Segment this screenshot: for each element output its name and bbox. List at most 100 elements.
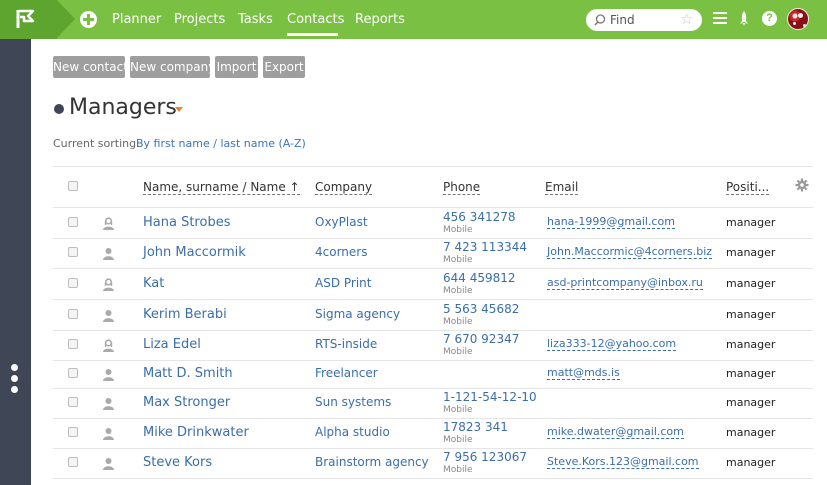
star-icon[interactable]: ☆: [680, 11, 693, 29]
row-checkbox[interactable]: [68, 397, 78, 407]
contact-name-link[interactable]: Hana Strobes: [143, 215, 230, 231]
email-link[interactable]: hana-1999@gmail.com: [547, 215, 675, 229]
company-link[interactable]: Freelancer: [315, 366, 378, 381]
phone-link[interactable]: 644 459812: [443, 272, 516, 285]
user-female-icon: [103, 278, 114, 291]
row-checkbox[interactable]: [68, 457, 78, 467]
user-female-icon: [103, 217, 114, 230]
company-link[interactable]: OxyPlast: [315, 215, 368, 230]
new-company-button[interactable]: New company: [130, 56, 215, 78]
select-all-checkbox[interactable]: [68, 181, 78, 191]
search-icon: [594, 14, 606, 26]
phone-type-label: Mobile: [443, 435, 473, 445]
email-link[interactable]: John.Maccormic@4corners.biz: [547, 245, 713, 259]
import-button[interactable]: Import: [215, 56, 258, 78]
contact-name-link[interactable]: Steve Kors: [143, 455, 212, 471]
new-contact-button[interactable]: New contact: [53, 56, 128, 78]
logo-arrow: [57, 0, 75, 38]
email-link[interactable]: Steve.Kors.123@gmail.com: [547, 455, 699, 469]
position-value: manager: [726, 308, 776, 321]
search-box[interactable]: ☆: [586, 9, 702, 31]
active-tab-indicator: [287, 33, 338, 36]
column-header-company[interactable]: Company: [315, 180, 373, 195]
column-header-phone[interactable]: Phone: [443, 180, 481, 195]
position-value: manager: [726, 338, 776, 351]
help-icon[interactable]: ?: [762, 11, 777, 26]
gear-icon[interactable]: [795, 178, 809, 192]
contact-name-link[interactable]: Matt D. Smith: [143, 366, 233, 382]
user-icon: [103, 398, 114, 410]
contact-name-link[interactable]: Kat: [143, 276, 164, 292]
row-checkbox[interactable]: [68, 427, 78, 437]
position-value: manager: [726, 246, 776, 259]
email-link[interactable]: mike.dwater@gmail.com: [547, 425, 684, 439]
phone-link[interactable]: 7 423 113344: [443, 241, 527, 254]
avatar[interactable]: [787, 8, 809, 30]
row-divider: [53, 388, 813, 389]
company-link[interactable]: Alpha studio: [315, 425, 390, 440]
phone-link[interactable]: 5 563 45682: [443, 303, 519, 316]
tab-contacts[interactable]: Contacts: [287, 12, 344, 28]
page-title: Managers: [69, 95, 177, 120]
contact-name-link[interactable]: Max Stronger: [143, 395, 230, 411]
position-value: manager: [726, 396, 776, 409]
row-divider: [53, 268, 813, 269]
title-status-dot: [54, 104, 64, 114]
left-rail: [0, 39, 31, 485]
phone-type-label: Mobile: [443, 465, 473, 475]
tab-planner[interactable]: Planner: [112, 12, 161, 28]
phone-link[interactable]: 1-121-54-12-10: [443, 391, 537, 404]
tab-reports[interactable]: Reports: [355, 12, 405, 28]
user-icon: [103, 248, 114, 260]
contact-name-link[interactable]: Mike Drinkwater: [143, 425, 249, 441]
email-link[interactable]: asd-printcompany@inbox.ru: [547, 276, 703, 290]
add-icon[interactable]: [80, 11, 97, 28]
tab-tasks[interactable]: Tasks: [238, 12, 273, 28]
row-divider: [53, 478, 813, 479]
row-divider: [53, 418, 813, 419]
email-link[interactable]: liza333-12@yahoo.com: [547, 337, 677, 351]
row-divider: [53, 448, 813, 449]
company-link[interactable]: RTS-inside: [315, 337, 377, 352]
contact-name-link[interactable]: Kerim Berabi: [143, 307, 227, 323]
table-top-divider: [53, 166, 813, 167]
row-checkbox[interactable]: [68, 278, 78, 288]
row-checkbox[interactable]: [68, 217, 78, 227]
menu-icon[interactable]: [713, 12, 727, 25]
table-header-divider: [53, 207, 813, 208]
column-header-email[interactable]: Email: [545, 180, 579, 195]
column-header-position[interactable]: Positi...: [726, 180, 770, 195]
company-link[interactable]: ASD Print: [315, 276, 371, 291]
company-link[interactable]: Brainstorm agency: [315, 455, 429, 470]
phone-link[interactable]: 456 341278: [443, 211, 516, 224]
flag-icon: [16, 9, 35, 28]
position-value: manager: [726, 426, 776, 439]
contact-name-link[interactable]: Liza Edel: [143, 337, 201, 353]
position-value: manager: [726, 367, 776, 380]
contact-name-link[interactable]: John Maccormik: [143, 245, 246, 261]
position-value: manager: [726, 277, 776, 290]
company-link[interactable]: 4corners: [315, 245, 367, 260]
search-input[interactable]: [610, 12, 680, 28]
tab-projects[interactable]: Projects: [174, 12, 225, 28]
company-link[interactable]: Sigma agency: [315, 307, 400, 322]
rocket-icon[interactable]: [738, 10, 750, 28]
phone-type-label: Mobile: [443, 286, 473, 296]
phone-link[interactable]: 7 956 123067: [443, 451, 527, 464]
row-checkbox[interactable]: [68, 368, 78, 378]
export-button[interactable]: Export: [263, 56, 305, 78]
user-female-icon: [103, 339, 114, 352]
sorting-link[interactable]: By first name / last name (A-Z): [136, 137, 306, 150]
column-header-name[interactable]: Name, surname / Name ↑: [143, 180, 300, 195]
row-checkbox[interactable]: [68, 339, 78, 349]
row-checkbox[interactable]: [68, 247, 78, 257]
phone-link[interactable]: 17823 341: [443, 421, 508, 434]
title-dropdown-icon[interactable]: [175, 107, 183, 112]
company-link[interactable]: Sun systems: [315, 395, 391, 410]
row-checkbox[interactable]: [68, 309, 78, 319]
user-icon: [103, 458, 114, 470]
phone-link[interactable]: 7 670 92347: [443, 333, 519, 346]
app-logo[interactable]: [0, 0, 57, 39]
email-link[interactable]: matt@mds.is: [547, 366, 620, 380]
phone-type-label: Mobile: [443, 405, 473, 415]
